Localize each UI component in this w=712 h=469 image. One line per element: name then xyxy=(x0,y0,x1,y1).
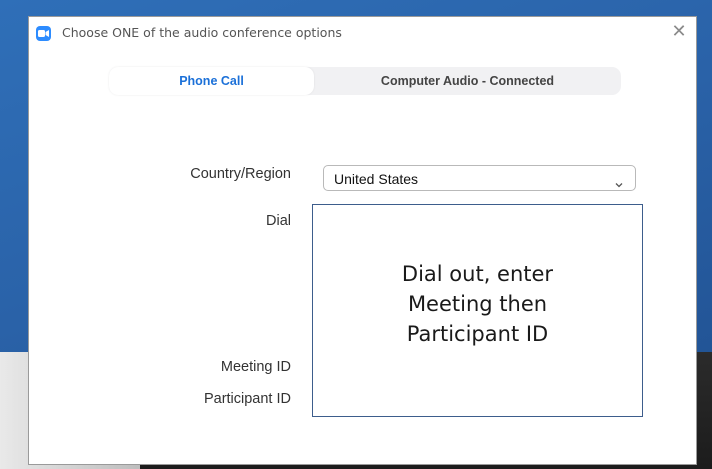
callout-line-1: Dial out, enter xyxy=(401,262,554,286)
country-region-select[interactable]: United States xyxy=(323,165,636,191)
tab-phone-call[interactable]: Phone Call xyxy=(109,67,314,95)
video-camera-icon xyxy=(36,26,51,41)
tab-computer-audio[interactable]: Computer Audio - Connected xyxy=(314,67,621,95)
title-bar: Choose ONE of the audio conference optio… xyxy=(29,17,696,49)
country-region-value: United States xyxy=(334,171,419,187)
chevron-down-icon xyxy=(615,175,623,193)
participant-id-label: Participant ID xyxy=(203,391,291,407)
audio-options-dialog: Choose ONE of the audio conference optio… xyxy=(28,16,697,465)
instruction-callout: Dial out, enter Meeting then Participant… xyxy=(312,204,643,417)
callout-line-3: Participant ID xyxy=(406,322,549,346)
callout-line-2: Meeting then xyxy=(407,292,548,316)
callout-text: Dial out, enter Meeting then Participant… xyxy=(313,259,642,349)
meeting-id-label: Meeting ID xyxy=(220,359,291,375)
dialog-title: Choose ONE of the audio conference optio… xyxy=(62,25,342,40)
dial-label: Dial xyxy=(266,213,291,229)
close-icon[interactable]: ✕ xyxy=(670,23,688,41)
tab-bar: Phone Call Computer Audio - Connected xyxy=(109,67,621,95)
country-region-label: Country/Region xyxy=(190,166,291,182)
